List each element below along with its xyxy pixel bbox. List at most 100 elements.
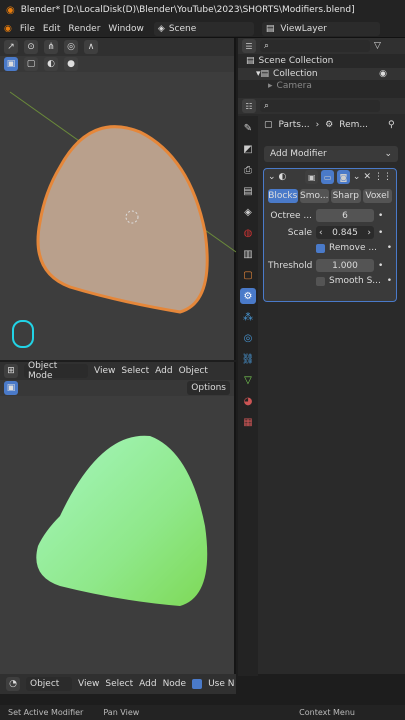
data-tab-icon[interactable]: ▽ [240,372,256,388]
breadcrumb-object: Parts... [278,120,310,130]
object-mode-selector[interactable]: Object Mode [24,361,88,381]
mode-blocks-button[interactable]: Blocks [268,189,298,203]
octree-field[interactable]: 6 [316,209,374,222]
material-tab-icon[interactable]: ◕ [240,393,256,409]
vp-menu-add[interactable]: Add [155,366,172,376]
node-object-selector[interactable]: Object [26,677,72,691]
tool-tab-icon[interactable]: ✎ [240,120,256,136]
properties-search[interactable]: ⌕ [260,100,380,112]
world-tab-icon[interactable]: ◍ [240,225,256,241]
overlay-icon[interactable]: ◐ [44,57,58,71]
viewport-3d-bottom[interactable]: ⊞ Object Mode View Select Add Object ▣ O… [0,361,236,674]
edit-mode-toggle-icon[interactable]: ▣ [305,170,319,184]
object-mode-label: Object Mode [28,361,58,381]
viewport-3d-top[interactable]: ↗ ⊙ ⋔ ◎ ∧ ▣ ▢ ◐ ● [0,38,236,360]
filter-icon[interactable]: ▽ [374,41,381,51]
particles-tab-icon[interactable]: ⁂ [240,309,256,325]
modifier-tab-icon[interactable]: ⚙ [240,288,256,304]
remove-keyframe-icon[interactable]: • [387,243,392,253]
constraints-tab-icon[interactable]: ⛓ [240,351,256,367]
pivot-icon[interactable]: ⊙ [24,40,38,54]
options-button[interactable]: Options [187,381,230,395]
use-nodes-checkbox[interactable] [192,679,203,689]
visibility-icon[interactable]: ◉ [379,69,387,79]
select-box-icon[interactable]: ▣ [4,57,18,71]
node-editor-header: ◔ Object View Select Add Node Use N [0,674,236,694]
outliner-search[interactable]: ⌕ [260,40,370,52]
mode-voxel-button[interactable]: Voxel [362,189,392,203]
scale-field[interactable]: ‹ 0.845 › [316,226,374,239]
modifier-menu-icon[interactable]: ⌄ [353,172,361,182]
properties-breadcrumb: ▢ Parts... › ⚙ Rem... ⚲ [264,120,395,130]
menu-window[interactable]: Window [108,24,144,34]
render-toggle-icon[interactable]: ◙ [337,170,350,184]
blender-menu-icon[interactable]: ◉ [4,24,12,34]
octree-keyframe-icon[interactable]: • [378,211,383,221]
outliner-scene-collection[interactable]: ▤ Scene Collection [238,54,405,68]
vp-menu-object[interactable]: Object [179,366,208,376]
remove-row: Remove ... • [264,241,396,255]
falloff-icon[interactable]: ∧ [84,40,98,54]
viewport-top-toolbar: ▣ ▢ ◐ ● [0,56,234,72]
node-menu-node[interactable]: Node [163,679,187,689]
select-mode-icon[interactable]: ▢ [24,57,38,71]
scene-selector[interactable]: ◈ Scene [153,21,254,36]
scene-tab-icon[interactable]: ◈ [240,204,256,220]
render-tab-icon[interactable]: ◩ [240,141,256,157]
scale-decrement-icon[interactable]: ‹ [319,228,323,238]
collection-label: Collection [273,69,318,79]
threshold-keyframe-icon[interactable]: • [378,261,383,271]
editor-type-icon[interactable]: ⊞ [4,364,18,378]
threshold-field[interactable]: 1.000 [316,259,374,272]
node-menu-view[interactable]: View [78,679,99,689]
vp-menu-view[interactable]: View [94,366,115,376]
properties-search-icon: ⌕ [264,101,270,111]
texture-tab-icon[interactable]: ▦ [240,414,256,430]
output-tab-icon[interactable]: ⎙ [240,162,256,178]
modifier-delete-icon[interactable]: ✕ [363,172,371,182]
shading-icon[interactable]: ● [64,57,78,71]
collection-tab-icon[interactable]: ▥ [240,246,256,262]
collapse-chevron-icon[interactable]: ⌄ [268,172,276,182]
add-modifier-button[interactable]: Add Modifier ⌄ [264,146,398,162]
window-title: Blender* [D:\LocalDisk(D)\Blender\YouTub… [20,5,355,15]
mode-smooth-button[interactable]: Smo... [299,189,329,203]
mesh-preview-bottom [36,435,208,606]
view-layer-tab-icon[interactable]: ▤ [240,183,256,199]
mode-sharp-button[interactable]: Sharp [331,189,361,203]
properties-editor-icon[interactable]: ☷ [242,99,256,113]
menu-render[interactable]: Render [68,24,100,34]
select-box-icon-bottom[interactable]: ▣ [4,381,18,395]
smooth-keyframe-icon[interactable]: • [387,276,392,286]
proportional-icon[interactable]: ◎ [64,40,78,54]
top-menu-bar: ◉ File Edit Render Window ◈ Scene ▤ View… [0,20,405,38]
object-tab-icon[interactable]: ▢ [240,267,256,283]
transform-icon[interactable]: ↗ [4,40,18,54]
remove-checkbox[interactable] [316,243,325,253]
outliner-editor-icon[interactable]: ☰ [242,39,256,53]
pin-icon[interactable]: ⚲ [388,120,395,130]
scale-keyframe-icon[interactable]: • [378,228,383,238]
scale-increment-icon[interactable]: › [367,228,371,238]
node-menu-add[interactable]: Add [139,679,156,689]
mode-smooth-label: Smo... [300,191,329,201]
remesh-mode-tabs: Blocks Smo... Sharp Voxel [264,185,396,207]
vp-menu-select[interactable]: Select [121,366,149,376]
menu-file[interactable]: File [20,24,35,34]
breadcrumb-separator-icon: › [315,120,320,130]
node-object-label: Object [30,679,60,689]
drag-handle-icon[interactable]: ⋮⋮ [374,172,392,182]
outliner-camera[interactable]: ▸ Camera [238,80,405,92]
outliner-collection[interactable]: ▾▤ Collection ◉ [238,68,405,80]
octree-value: 6 [342,210,348,221]
outliner: ☰ ⌕ ▽ ▤ Scene Collection ▾▤ Collection ◉… [238,38,405,98]
snap-icon[interactable]: ⋔ [44,40,58,54]
viewlayer-selector[interactable]: ▤ ViewLayer [261,21,380,36]
smooth-checkbox[interactable] [316,276,325,286]
physics-tab-icon[interactable]: ◎ [240,330,256,346]
viewport-toggle-icon[interactable]: ▭ [321,170,335,184]
node-editor-type-icon[interactable]: ◔ [6,677,20,691]
chevron-down-icon: ⌄ [384,149,392,159]
menu-edit[interactable]: Edit [43,24,60,34]
node-menu-select[interactable]: Select [105,679,133,689]
